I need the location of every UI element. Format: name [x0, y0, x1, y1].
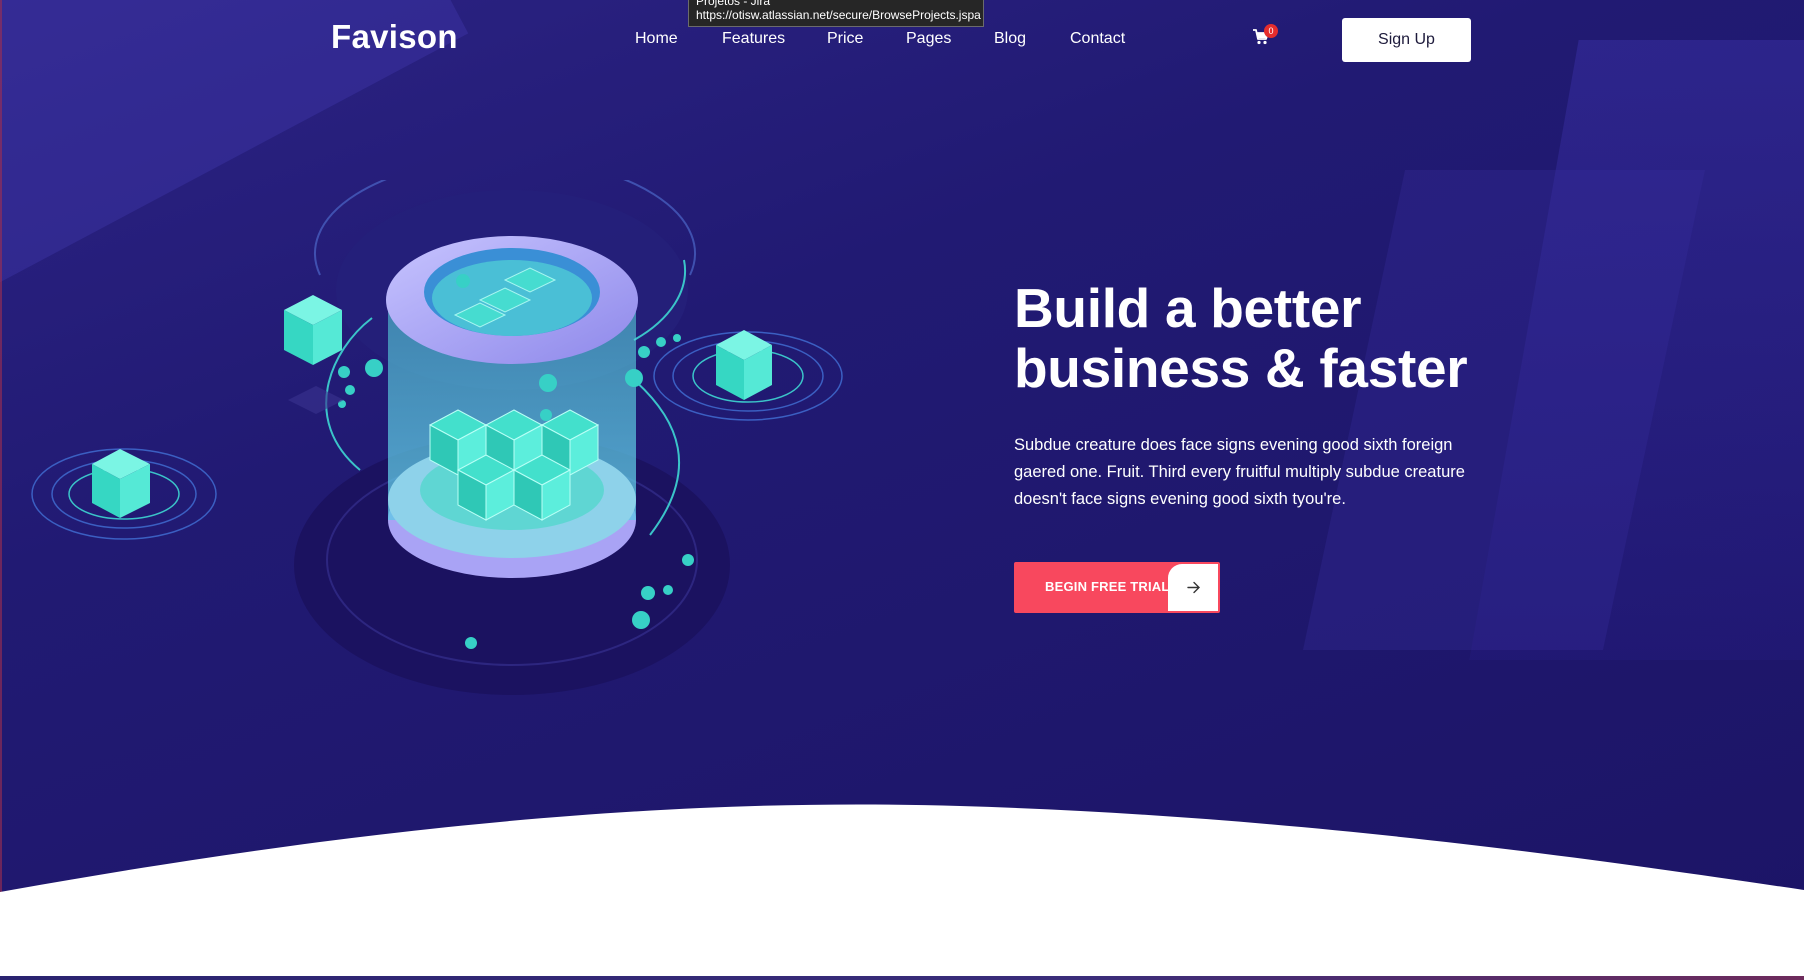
begin-free-trial-button[interactable]: BEGIN FREE TRIAL: [1014, 562, 1220, 613]
nav-item-contact[interactable]: Contact: [1070, 30, 1125, 48]
nav-item-price[interactable]: Price: [827, 30, 863, 48]
nav-item-home[interactable]: Home: [635, 30, 678, 48]
tooltip-title: Projetos - Jira: [696, 0, 771, 8]
hero-headline: Build a better business & faster: [1014, 278, 1534, 398]
link-tooltip: Projetos - Jira https://otisw.atlassian.…: [688, 0, 984, 27]
hero-headline-line-1: Build a better: [1014, 277, 1362, 339]
nav-item-features[interactable]: Features: [722, 30, 785, 48]
hero-description: Subdue creature does face signs evening …: [1014, 436, 1465, 508]
hero-headline-line-2: business & faster: [1014, 337, 1468, 399]
nav-item-blog[interactable]: Blog: [994, 30, 1026, 48]
site-logo[interactable]: Favison: [331, 18, 458, 56]
page-bottom-edge: [0, 976, 1804, 980]
sign-up-button[interactable]: Sign Up: [1342, 18, 1471, 62]
arrow-right-icon: [1168, 564, 1218, 611]
cta-label: BEGIN FREE TRIAL: [1045, 579, 1170, 594]
nav-item-pages[interactable]: Pages: [906, 30, 951, 48]
bottom-wave: [0, 804, 1804, 980]
tooltip-url: https://otisw.atlassian.net/secure/Brows…: [696, 8, 981, 22]
cart-count-badge: 0: [1264, 24, 1278, 38]
hero-section: Favison Home Features Price Pages Blog C…: [0, 0, 1804, 980]
server-cubes-illustration: [31, 180, 843, 695]
